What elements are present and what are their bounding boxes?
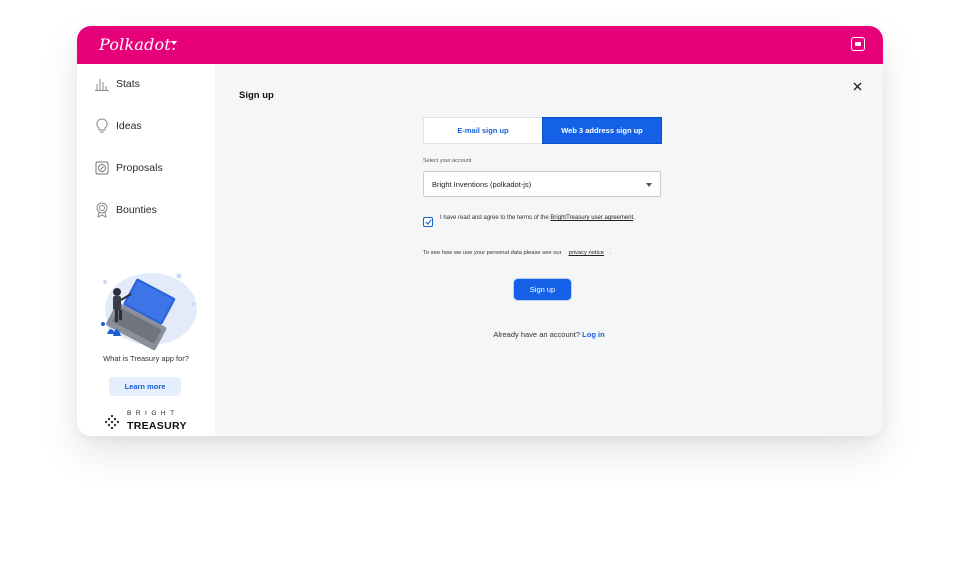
diamond-grid-icon (105, 415, 119, 429)
sidebar-item-ideas[interactable]: Ideas (95, 116, 142, 136)
wallet-icon[interactable] (851, 37, 865, 51)
account-select-value: Bright Inventions (polkadot-js) (432, 180, 532, 189)
signup-panel: Sign up E-mail sign up Web 3 address sig… (215, 64, 883, 436)
sidebar-item-label: Ideas (116, 120, 142, 132)
top-bar: Polkadot. (77, 26, 883, 64)
compass-icon (95, 160, 109, 176)
privacy-notice-link[interactable]: privacy notice (569, 250, 604, 256)
sidebar-item-bounties[interactable]: Bounties (95, 200, 157, 220)
brand-top-text: BRIGHT (127, 410, 179, 417)
tab-email-signup[interactable]: E-mail sign up (424, 118, 542, 143)
sidebar-item-label: Bounties (116, 204, 157, 216)
terms-suffix: . (633, 215, 635, 221)
learn-more-button[interactable]: Learn more (109, 377, 181, 396)
medal-icon (95, 202, 109, 218)
brand-bottom-text: TREASURY (127, 420, 187, 432)
login-prefix: Already have an account? (493, 330, 581, 339)
chevron-down-icon[interactable] (171, 41, 177, 45)
app-window: Polkadot. Stats Ideas Proposals Bounties… (77, 26, 883, 436)
sidebar-item-proposals[interactable]: Proposals (95, 158, 163, 178)
privacy-prefix: To see how we use your personal data ple… (423, 250, 562, 256)
user-agreement-link[interactable]: BrightTreasury user agreement (550, 215, 633, 221)
tab-web3-signup[interactable]: Web 3 address sign up (542, 117, 662, 144)
login-link[interactable]: Log in (582, 330, 605, 339)
promo-question: What is Treasury app for? (103, 354, 189, 363)
page-title: Sign up (239, 90, 274, 101)
sidebar: Stats Ideas Proposals Bounties What is T… (77, 64, 215, 436)
chevron-down-icon (646, 183, 652, 187)
lightbulb-icon (95, 118, 109, 134)
checkmark-icon (424, 219, 432, 225)
signup-button[interactable]: Sign up (514, 279, 571, 300)
account-select[interactable]: Bright Inventions (polkadot-js) (423, 171, 661, 197)
terms-text: I have read and agree to the terms of th… (440, 213, 650, 223)
signup-method-tabs: E-mail sign up Web 3 address sign up (423, 117, 662, 144)
bright-treasury-logo: BRIGHT TREASURY (105, 410, 205, 434)
close-icon[interactable] (849, 78, 865, 94)
terms-checkbox[interactable] (423, 217, 433, 227)
bar-chart-icon (95, 76, 109, 92)
login-prompt: Already have an account? Log in (215, 330, 883, 339)
privacy-suffix: . (609, 250, 612, 256)
sidebar-item-label: Stats (116, 78, 140, 90)
treasury-illustration (93, 264, 201, 354)
account-select-label: Select your account (423, 158, 472, 164)
sidebar-item-stats[interactable]: Stats (95, 74, 140, 94)
polkadot-logo[interactable]: Polkadot. (99, 35, 176, 54)
sidebar-item-label: Proposals (116, 162, 163, 174)
terms-prefix: I have read and agree to the terms of th… (440, 215, 549, 221)
privacy-line: To see how we use your personal data ple… (423, 250, 611, 256)
